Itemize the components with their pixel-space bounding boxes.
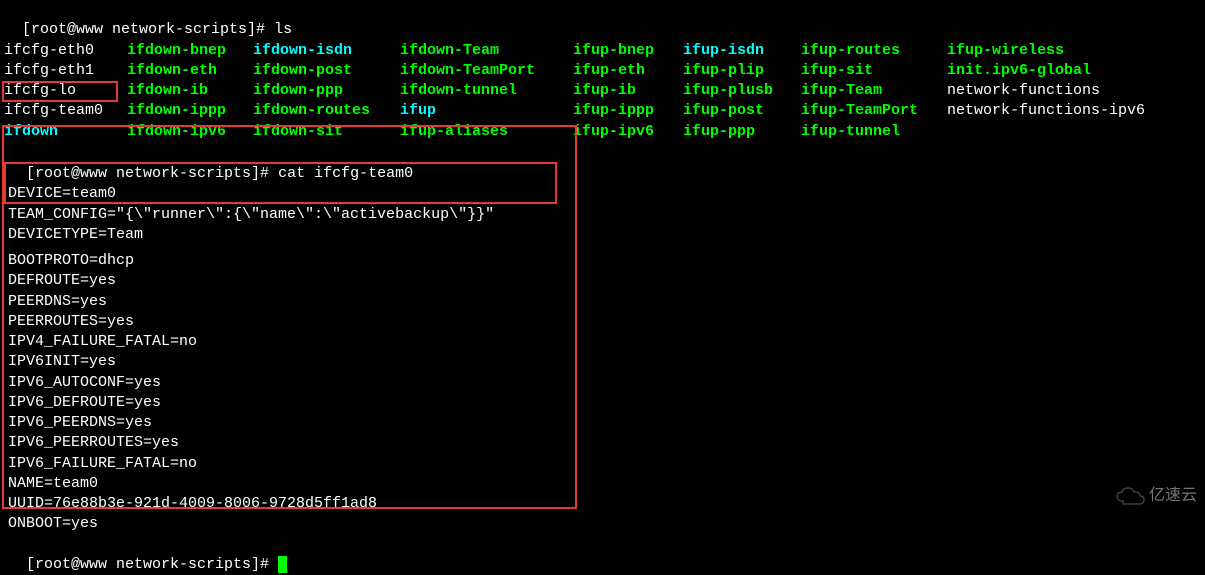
prompt-line-1: [root@www network-scripts]# ls [4,0,1201,41]
ls-file: ifdown-eth [127,61,253,81]
ls-file: ifup-ib [573,81,683,101]
ls-file: ifdown-TeamPort [400,61,573,81]
ls-file: ifup-plusb [683,81,801,101]
ls-file: ifup-wireless [947,41,1201,61]
ls-file: ifdown-ib [127,81,253,101]
highlight-team-config [4,162,557,204]
ls-file: ifdown-routes [253,101,400,121]
ls-file: ifup-eth [573,61,683,81]
ls-file: ifup-ipv6 [573,122,683,142]
ls-file: ifdown-tunnel [400,81,573,101]
highlight-ifcfg-team0-bottom [2,100,118,102]
highlight-ifcfg-team0 [2,81,118,101]
ls-file: ifdown-bnep [127,41,253,61]
config-line: ONBOOT=yes [8,514,1201,534]
ls-file: network-functions-ipv6 [947,101,1201,121]
ls-file: ifup-post [683,101,801,121]
ls-file: ifcfg-eth1 [4,61,127,81]
command-ls: ls [274,21,292,38]
watermark: 亿速云 [1115,485,1197,507]
ls-file: ifup-tunnel [801,122,947,142]
ls-file: ifup [400,101,573,121]
cloud-icon [1115,487,1145,505]
ls-file: ifdown-ippp [127,101,253,121]
ls-file: ifup-sit [801,61,947,81]
ls-file: network-functions [947,81,1201,101]
ls-file: ifup-routes [801,41,947,61]
cursor [278,556,287,573]
ls-file: ifup-ippp [573,101,683,121]
ls-file: ifdown-ppp [253,81,400,101]
ls-file: ifup-isdn [683,41,801,61]
ls-file: ifcfg-team0 [4,101,127,121]
ls-file: ifup-ppp [683,122,801,142]
ls-file: ifup-TeamPort [801,101,947,121]
ls-file: ifdown-isdn [253,41,400,61]
ls-file: ifdown-post [253,61,400,81]
ls-file [947,122,1201,142]
ls-file: ifup-bnep [573,41,683,61]
shell-prompt: [root@www network-scripts]# [22,21,274,38]
ls-file: init.ipv6-global [947,61,1201,81]
ls-file: ifup-Team [801,81,947,101]
shell-prompt: [root@www network-scripts]# [26,556,278,573]
ls-file: ifcfg-eth0 [4,41,127,61]
ls-file: ifdown-Team [400,41,573,61]
prompt-line-3[interactable]: [root@www network-scripts]# [4,535,1201,575]
ls-file: ifup-plip [683,61,801,81]
watermark-text: 亿速云 [1149,485,1197,507]
